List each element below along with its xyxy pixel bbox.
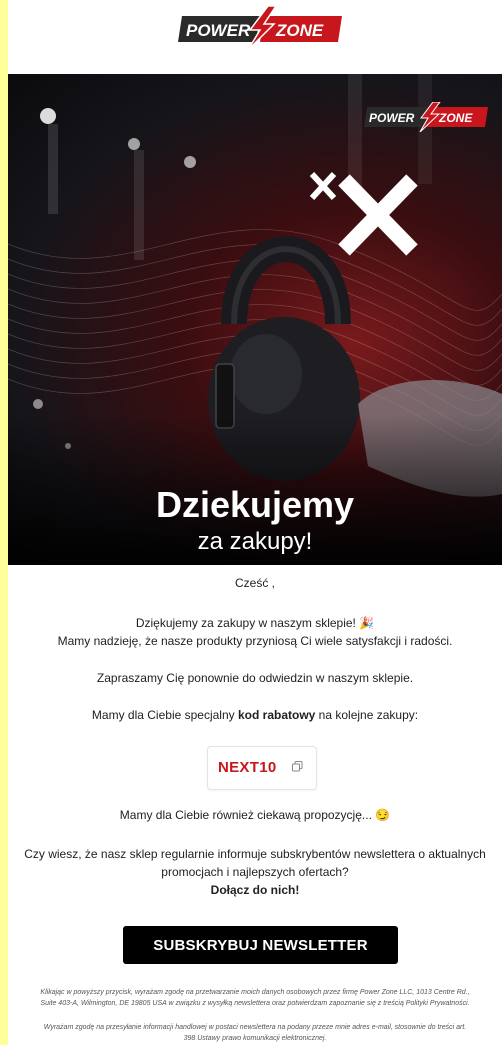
hero-title: Dziekujemy — [155, 484, 355, 525]
brand-part2: ZONE — [275, 21, 324, 40]
discount-code-box[interactable]: NEXT10 — [207, 746, 317, 790]
thanks-line-2: Mamy nadzieję, że nasze produkty przynio… — [57, 634, 453, 648]
subscribe-newsletter-button[interactable]: SUBSKRYBUJ NEWSLETTER — [123, 926, 398, 964]
discount-bold: kod rabatowy — [237, 708, 316, 722]
invite-text: Zapraszamy Cię ponownie do odwiedzin w n… — [96, 671, 414, 685]
consent-text-2-line-2: 398 Ustawy prawo komunikacji elektronicz… — [183, 1035, 327, 1042]
consent-text-1-line-2: Suite 403-A, Wilmington, DE 19805 USA w … — [40, 1000, 470, 1007]
consent-text-2-line-1: Wyrażam zgodę na przesyłanie informacji … — [43, 1024, 467, 1031]
discount-code: NEXT10 — [218, 759, 277, 776]
thanks-line-1: Dziękujemy za zakupy w naszym sklepie! 🎉 — [135, 616, 375, 630]
hero-brand-logo: POWER ZONE — [364, 102, 488, 132]
discount-text: Mamy dla Ciebie specjalny kod rabatowy n… — [91, 708, 419, 722]
svg-text:POWER: POWER — [369, 111, 415, 125]
consent-text-1-line-1: Klikając w powyższy przycisk, wyrażam zg… — [40, 989, 470, 996]
hero-subtitle: za zakupy! — [197, 528, 313, 555]
newsletter-line-2: promocjach i najlepszych ofertach? — [161, 865, 349, 879]
greeting: Cześć , — [234, 576, 275, 590]
hero-banner: POWER ZONE Dziekujemy za zakupy! — [8, 74, 502, 565]
brand-logo: POWER ZONE — [178, 6, 342, 50]
svg-text:ZONE: ZONE — [438, 111, 473, 125]
brand-part1: POWER — [186, 21, 251, 40]
newsletter-line-1: Czy wiesz, że nasz sklep regularnie info… — [24, 847, 486, 861]
copy-icon[interactable] — [292, 761, 303, 772]
join-text: Dołącz do nich! — [210, 883, 300, 897]
proposal-text: Mamy dla Ciebie również ciekawą propozyc… — [119, 808, 391, 822]
